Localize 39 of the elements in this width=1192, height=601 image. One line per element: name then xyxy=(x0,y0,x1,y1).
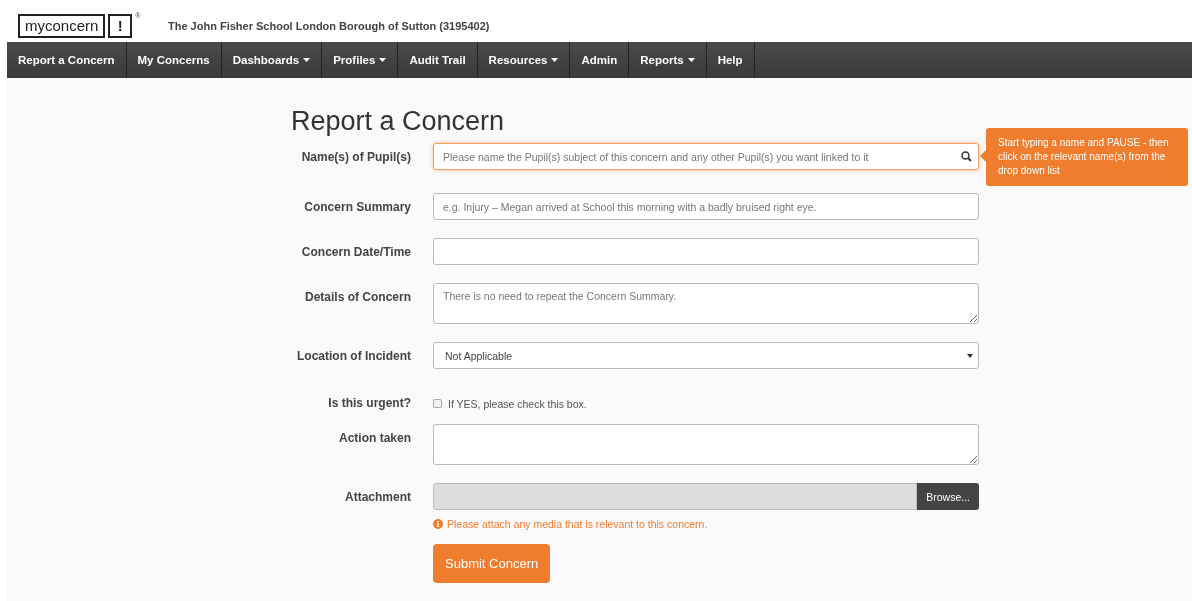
school-name: The John Fisher School London Borough of Sutton (3195402) xyxy=(168,20,490,32)
text-field[interactable]: e.g. Injury – Megan arrived at School this morning with a badly bruised right eye. xyxy=(433,193,979,220)
nav-item[interactable]: My Concerns xyxy=(126,42,222,78)
select-field[interactable]: Not Applicable xyxy=(433,342,979,369)
nav-item[interactable]: Reports xyxy=(629,42,707,78)
field-label: Concern Date/Time xyxy=(300,244,411,261)
nav-item[interactable]: Dashboards xyxy=(221,42,323,78)
field-label: Name(s) of Pupil(s) xyxy=(300,149,411,166)
caret-icon xyxy=(551,58,559,62)
caret-icon xyxy=(967,353,973,358)
nav-item[interactable]: Report a Concern xyxy=(7,42,127,78)
field-label: Attachment xyxy=(344,489,411,506)
text-area[interactable]: There is no need to repeat the Concern Summary. xyxy=(433,283,979,324)
text-field[interactable]: Please name the Pupil(s) subject of this concern and any other Pupil(s) you want linked to it xyxy=(433,143,979,170)
caret-icon xyxy=(379,58,387,62)
field-label: Details of Concern xyxy=(303,289,411,306)
nav-item[interactable]: Admin xyxy=(570,42,630,78)
page-title: Report a Concern xyxy=(291,106,506,137)
caret-icon xyxy=(303,58,311,62)
browse-button[interactable]: Browse... xyxy=(917,483,979,510)
caret-icon xyxy=(687,58,695,62)
hint-text: Please attach any media that is relevant to this concern. xyxy=(447,518,708,530)
field-label: Concern Summary xyxy=(303,199,411,216)
text-field[interactable] xyxy=(433,238,979,265)
field-label: Is this urgent? xyxy=(327,395,411,410)
checkbox-label: If YES, please check this box. xyxy=(448,397,587,410)
text-area[interactable] xyxy=(433,424,979,465)
tooltip-arrow xyxy=(980,150,986,162)
checkbox[interactable] xyxy=(433,399,442,408)
nav-item[interactable]: Resources xyxy=(477,42,571,78)
nav-item[interactable]: Profiles xyxy=(322,42,399,78)
field-label: Action taken xyxy=(338,430,411,447)
nav-item[interactable]: Help xyxy=(706,42,755,78)
search-icon[interactable] xyxy=(961,151,972,162)
field-label: Location of Incident xyxy=(296,348,411,365)
tooltip: Start typing a name and PAUSE - then click on the relevant name(s) from the drop down list xyxy=(986,128,1188,186)
nav-item[interactable]: Audit Trail xyxy=(398,42,478,78)
file-field[interactable] xyxy=(433,483,918,510)
info-icon xyxy=(433,519,443,529)
